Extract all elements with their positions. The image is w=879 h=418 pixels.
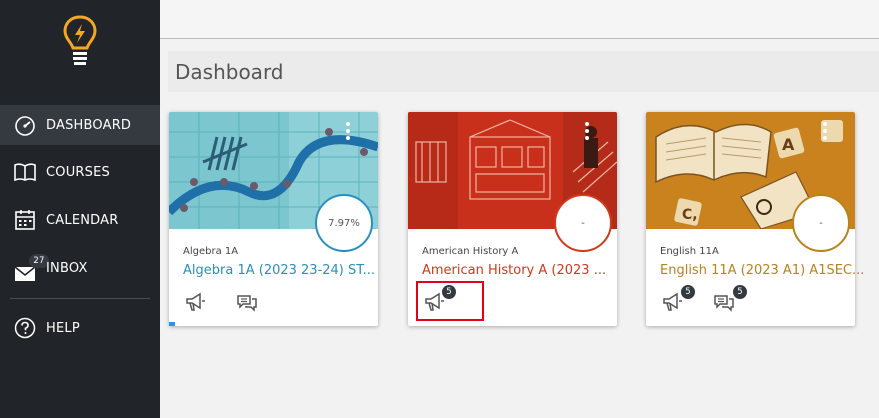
course-subtitle: American History A [422, 246, 519, 257]
progress-strip [169, 322, 175, 326]
sidebar-item-label: DASHBOARD [46, 117, 132, 133]
sidebar-item-label: HELP [46, 320, 80, 336]
sidebar-item-label: CALENDAR [46, 212, 119, 228]
discussion-icon[interactable] [713, 291, 735, 313]
megaphone-icon[interactable] [661, 291, 683, 313]
more-options-icon[interactable] [585, 122, 589, 142]
sidebar-item-help[interactable]: HELP [0, 308, 160, 348]
more-options-icon[interactable] [823, 122, 827, 142]
page-header: Dashboard [168, 51, 879, 92]
announcement-count-badge: 5 [681, 285, 695, 299]
page-title: Dashboard [175, 60, 284, 84]
grade-value: - [819, 217, 823, 229]
course-subtitle: Algebra 1A [183, 246, 239, 257]
grade-value: 7.97% [328, 217, 360, 229]
help-icon [13, 316, 37, 340]
envelope-icon: 27 [13, 254, 49, 281]
calendar-icon [13, 208, 37, 232]
book-icon [13, 160, 37, 184]
top-bar [160, 0, 879, 39]
more-options-icon[interactable] [346, 122, 350, 142]
speedometer-icon [13, 113, 37, 137]
sidebar-item-dashboard[interactable]: DASHBOARD [0, 105, 160, 145]
lightbulb-logo-icon[interactable] [62, 14, 98, 68]
svg-text:C,: C, [682, 207, 698, 223]
discussion-icon[interactable] [236, 291, 258, 313]
course-card-english[interactable]: A C, - English 11A English 11A (2023 A1)… [646, 112, 864, 326]
course-title-link[interactable]: Algebra 1A (2023 23-24) ST... [183, 263, 375, 278]
grade-circle: - [554, 194, 612, 252]
discussion-count-badge: 5 [733, 285, 747, 299]
sidebar-item-inbox[interactable]: 27 INBOX [0, 248, 160, 288]
sidebar-item-label: COURSES [46, 164, 110, 180]
sidebar-item-label: INBOX [46, 260, 88, 276]
sidebar-item-courses[interactable]: COURSES [0, 152, 160, 192]
sidebar-divider [10, 298, 150, 299]
course-subtitle: English 11A [660, 246, 719, 257]
course-title-link[interactable]: English 11A (2023 A1) A1SEC... [660, 263, 864, 278]
sidebar-item-calendar[interactable]: CALENDAR [0, 200, 160, 240]
grade-circle: 7.97% [315, 194, 373, 252]
megaphone-icon[interactable] [184, 291, 206, 313]
sidebar: DASHBOARD COURSES CALENDAR 27 INBOX HELP [0, 0, 160, 418]
highlight-box [416, 281, 484, 321]
grade-circle: - [792, 194, 850, 252]
course-card-algebra[interactable]: 7.97% Algebra 1A Algebra 1A (2023 23-24)… [169, 112, 378, 326]
course-title-link[interactable]: American History A (2023 ... [422, 263, 606, 278]
svg-text:A: A [782, 135, 795, 154]
grade-value: - [581, 217, 585, 229]
